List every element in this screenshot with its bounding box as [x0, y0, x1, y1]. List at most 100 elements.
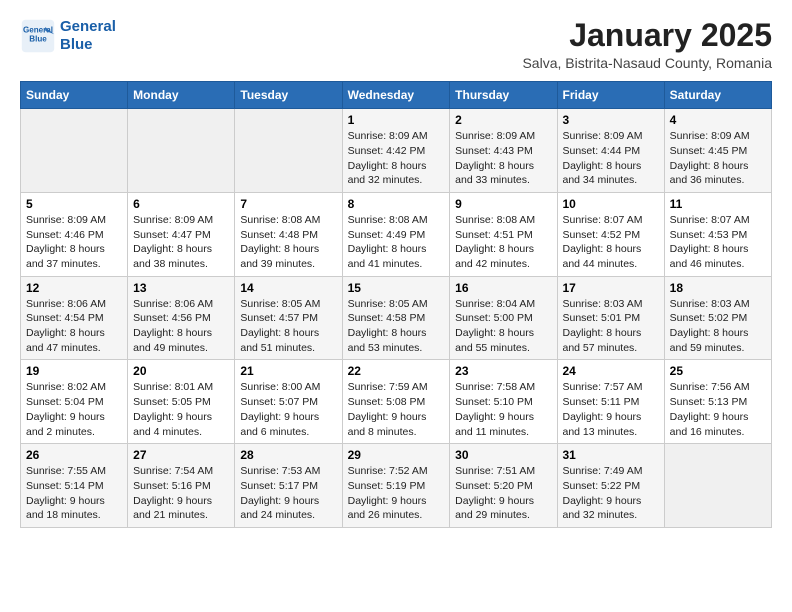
title-block: January 2025 Salva, Bistrita-Nasaud Coun…: [522, 18, 772, 71]
day-number: 28: [240, 448, 336, 462]
calendar-cell: 28 Sunrise: 7:53 AM Sunset: 5:17 PM Dayli…: [235, 444, 342, 528]
day-number: 8: [348, 197, 445, 211]
calendar-cell: 18Sunrise: 8:03 AM Sunset: 5:02 PM Dayli…: [664, 276, 771, 360]
day-number: 4: [670, 113, 766, 127]
day-info: Sunrise: 8:03 AM Sunset: 5:02 PM Dayligh…: [670, 297, 766, 356]
calendar-cell: 9Sunrise: 8:08 AM Sunset: 4:51 PM Daylig…: [450, 192, 557, 276]
day-info: Sunrise: 7:54 AM Sunset: 5:16 PM Dayligh…: [133, 464, 229, 523]
weekday-header-saturday: Saturday: [664, 82, 771, 109]
day-info: Sunrise: 7:57 AM Sunset: 5:11 PM Dayligh…: [563, 380, 659, 439]
day-number: 1: [348, 113, 445, 127]
calendar-week-row: 26 Sunrise: 7:55 AM Sunset: 5:14 PM Dayli…: [21, 444, 772, 528]
day-info: Sunrise: 8:01 AM Sunset: 5:05 PM Dayligh…: [133, 380, 229, 439]
weekday-header-thursday: Thursday: [450, 82, 557, 109]
calendar-cell: 17 Sunrise: 8:03 AM Sunset: 5:01 PM Dayli…: [557, 276, 664, 360]
calendar-cell: 3 Sunrise: 8:09 AM Sunset: 4:44 PM Daylig…: [557, 109, 664, 193]
calendar-week-row: 1Sunrise: 8:09 AM Sunset: 4:42 PM Daylig…: [21, 109, 772, 193]
day-info: Sunrise: 8:07 AM Sunset: 4:53 PM Dayligh…: [670, 213, 766, 272]
day-info: Sunrise: 8:05 AM Sunset: 4:58 PM Dayligh…: [348, 297, 445, 356]
day-number: 27: [133, 448, 229, 462]
calendar-cell: 25 Sunrise: 7:56 AM Sunset: 5:13 PM Dayli…: [664, 360, 771, 444]
day-info: Sunrise: 7:55 AM Sunset: 5:14 PM Dayligh…: [26, 464, 122, 523]
day-number: 21: [240, 364, 336, 378]
calendar-cell: 24 Sunrise: 7:57 AM Sunset: 5:11 PM Dayli…: [557, 360, 664, 444]
day-info: Sunrise: 7:51 AM Sunset: 5:20 PM Dayligh…: [455, 464, 551, 523]
day-info: Sunrise: 8:00 AM Sunset: 5:07 PM Dayligh…: [240, 380, 336, 439]
day-number: 29: [348, 448, 445, 462]
calendar-cell: 1Sunrise: 8:09 AM Sunset: 4:42 PM Daylig…: [342, 109, 450, 193]
day-info: Sunrise: 8:08 AM Sunset: 4:48 PM Dayligh…: [240, 213, 336, 272]
day-info: Sunrise: 8:07 AM Sunset: 4:52 PM Dayligh…: [563, 213, 659, 272]
day-info: Sunrise: 7:49 AM Sunset: 5:22 PM Dayligh…: [563, 464, 659, 523]
day-info: Sunrise: 8:04 AM Sunset: 5:00 PM Dayligh…: [455, 297, 551, 356]
day-number: 17: [563, 281, 659, 295]
day-info: Sunrise: 8:06 AM Sunset: 4:54 PM Dayligh…: [26, 297, 122, 356]
day-info: Sunrise: 8:03 AM Sunset: 5:01 PM Dayligh…: [563, 297, 659, 356]
day-number: 16: [455, 281, 551, 295]
calendar-cell: 7 Sunrise: 8:08 AM Sunset: 4:48 PM Daylig…: [235, 192, 342, 276]
calendar-cell: 6 Sunrise: 8:09 AM Sunset: 4:47 PM Daylig…: [128, 192, 235, 276]
calendar-cell: 19Sunrise: 8:02 AM Sunset: 5:04 PM Dayli…: [21, 360, 128, 444]
weekday-header-tuesday: Tuesday: [235, 82, 342, 109]
calendar-cell: 16 Sunrise: 8:04 AM Sunset: 5:00 PM Dayli…: [450, 276, 557, 360]
day-info: Sunrise: 8:06 AM Sunset: 4:56 PM Dayligh…: [133, 297, 229, 356]
calendar-cell: 11Sunrise: 8:07 AM Sunset: 4:53 PM Dayli…: [664, 192, 771, 276]
day-number: 30: [455, 448, 551, 462]
day-number: 10: [563, 197, 659, 211]
calendar-cell: 14Sunrise: 8:05 AM Sunset: 4:57 PM Dayli…: [235, 276, 342, 360]
calendar-cell: 15 Sunrise: 8:05 AM Sunset: 4:58 PM Dayli…: [342, 276, 450, 360]
location-subtitle: Salva, Bistrita-Nasaud County, Romania: [522, 55, 772, 71]
calendar-cell: [664, 444, 771, 528]
day-number: 3: [563, 113, 659, 127]
day-number: 24: [563, 364, 659, 378]
day-info: Sunrise: 8:09 AM Sunset: 4:47 PM Dayligh…: [133, 213, 229, 272]
calendar-cell: 20Sunrise: 8:01 AM Sunset: 5:05 PM Dayli…: [128, 360, 235, 444]
calendar-table: SundayMondayTuesdayWednesdayThursdayFrid…: [20, 81, 772, 528]
weekday-header-sunday: Sunday: [21, 82, 128, 109]
day-number: 2: [455, 113, 551, 127]
calendar-week-row: 12 Sunrise: 8:06 AM Sunset: 4:54 PM Dayli…: [21, 276, 772, 360]
day-info: Sunrise: 8:09 AM Sunset: 4:45 PM Dayligh…: [670, 129, 766, 188]
day-number: 13: [133, 281, 229, 295]
calendar-cell: 30 Sunrise: 7:51 AM Sunset: 5:20 PM Dayli…: [450, 444, 557, 528]
day-info: Sunrise: 8:02 AM Sunset: 5:04 PM Dayligh…: [26, 380, 122, 439]
month-title: January 2025: [522, 18, 772, 53]
day-info: Sunrise: 8:09 AM Sunset: 4:44 PM Dayligh…: [563, 129, 659, 188]
day-info: Sunrise: 8:08 AM Sunset: 4:49 PM Dayligh…: [348, 213, 445, 272]
page-header: General Blue GeneralBlue January 2025 Sa…: [20, 18, 772, 71]
day-number: 12: [26, 281, 122, 295]
calendar-cell: 12 Sunrise: 8:06 AM Sunset: 4:54 PM Dayli…: [21, 276, 128, 360]
calendar-cell: [235, 109, 342, 193]
day-number: 25: [670, 364, 766, 378]
calendar-cell: 29 Sunrise: 7:52 AM Sunset: 5:19 PM Dayli…: [342, 444, 450, 528]
day-number: 23: [455, 364, 551, 378]
calendar-cell: 22Sunrise: 7:59 AM Sunset: 5:08 PM Dayli…: [342, 360, 450, 444]
calendar-cell: 5Sunrise: 8:09 AM Sunset: 4:46 PM Daylig…: [21, 192, 128, 276]
calendar-cell: 31Sunrise: 7:49 AM Sunset: 5:22 PM Dayli…: [557, 444, 664, 528]
calendar-cell: 4 Sunrise: 8:09 AM Sunset: 4:45 PM Daylig…: [664, 109, 771, 193]
day-number: 9: [455, 197, 551, 211]
day-number: 7: [240, 197, 336, 211]
calendar-cell: 2Sunrise: 8:09 AM Sunset: 4:43 PM Daylig…: [450, 109, 557, 193]
calendar-cell: [21, 109, 128, 193]
day-info: Sunrise: 7:52 AM Sunset: 5:19 PM Dayligh…: [348, 464, 445, 523]
calendar-week-row: 19Sunrise: 8:02 AM Sunset: 5:04 PM Dayli…: [21, 360, 772, 444]
weekday-header-wednesday: Wednesday: [342, 82, 450, 109]
day-info: Sunrise: 7:58 AM Sunset: 5:10 PM Dayligh…: [455, 380, 551, 439]
day-info: Sunrise: 7:56 AM Sunset: 5:13 PM Dayligh…: [670, 380, 766, 439]
day-number: 6: [133, 197, 229, 211]
logo: General Blue GeneralBlue: [20, 18, 116, 54]
day-number: 5: [26, 197, 122, 211]
calendar-cell: [128, 109, 235, 193]
calendar-cell: 27 Sunrise: 7:54 AM Sunset: 5:16 PM Dayli…: [128, 444, 235, 528]
calendar-cell: 8 Sunrise: 8:08 AM Sunset: 4:49 PM Daylig…: [342, 192, 450, 276]
day-number: 26: [26, 448, 122, 462]
day-info: Sunrise: 7:53 AM Sunset: 5:17 PM Dayligh…: [240, 464, 336, 523]
calendar-cell: 10 Sunrise: 8:07 AM Sunset: 4:52 PM Dayli…: [557, 192, 664, 276]
day-number: 15: [348, 281, 445, 295]
weekday-header-friday: Friday: [557, 82, 664, 109]
calendar-cell: 23 Sunrise: 7:58 AM Sunset: 5:10 PM Dayli…: [450, 360, 557, 444]
calendar-cell: 13 Sunrise: 8:06 AM Sunset: 4:56 PM Dayli…: [128, 276, 235, 360]
logo-icon: General Blue: [20, 18, 56, 54]
calendar-cell: 21 Sunrise: 8:00 AM Sunset: 5:07 PM Dayli…: [235, 360, 342, 444]
